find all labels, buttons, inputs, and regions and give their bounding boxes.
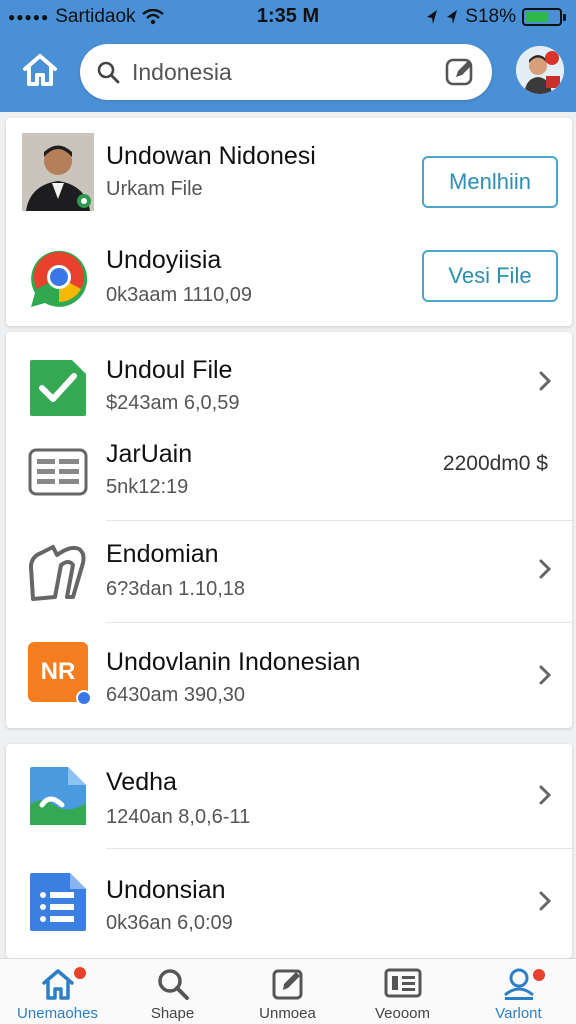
item-title: Undoyiisia [106,246,222,274]
tab-label: Varlont [495,1005,542,1022]
list-item[interactable]: Undowan Nidonesi Urkam File Menlhiin [6,118,572,222]
tab-edit-icon-wrap [230,967,345,1001]
tab-profile-icon-wrap [461,967,576,1001]
chevron-right-icon[interactable] [538,558,552,580]
item-subtitle: 6430am 390,30 [106,684,246,706]
list-item[interactable]: Undoul File $243am 6,0,59 [6,332,572,426]
tab-home[interactable]: Unemaohes [0,959,115,1024]
list-item[interactable]: NR Undovlanin Indonesian 6430am 390,30 [6,622,572,728]
tab-label: Unemaohes [17,1005,98,1022]
status-dot [76,690,92,706]
action-button[interactable]: Menlhiin [422,156,558,208]
chrome-chat-icon [22,242,94,314]
edit-icon [272,969,302,1000]
item-subtitle: 6?3dan 1.10,18 [106,578,246,600]
image-file-icon [22,760,94,832]
docs-icon [22,866,94,938]
home-button[interactable] [18,50,62,90]
badge-text: NR [40,658,76,685]
app-header: ●●●●● Sartidaok 1:35 M S18% Indonesia [0,0,576,112]
tab-edit[interactable]: Unmoea [230,959,345,1024]
tab-label: Unmoea [259,1005,316,1022]
item-subtitle: Urkam File [106,178,203,200]
item-title: JarUain [106,440,193,468]
search-bar[interactable]: Indonesia [80,44,492,100]
search-icon [157,969,189,1000]
compose-icon[interactable] [444,56,476,88]
list-item[interactable]: Undonsian 0k36an 6,0:09 [6,848,572,958]
profile-avatar[interactable] [516,46,564,94]
media-card: Vedha 1240an 8,0,6-11 Undonsian 0k36an 6… [6,744,572,958]
location-arrow-icon [427,10,438,24]
battery-icon [522,8,566,26]
contacts-card: Undowan Nidonesi Urkam File Menlhiin Und… [6,118,572,326]
green-check-icon [22,352,94,424]
outline-shape-icon [22,536,94,608]
notification-dot [533,969,545,981]
list-doc-icon [22,436,94,508]
person-photo-icon [22,133,94,211]
item-amount: 2200dm0 $ [442,452,548,475]
avatar-image [516,46,564,94]
item-subtitle: 0k3aam 1110,09 [106,284,253,306]
list-item[interactable]: Vedha 1240an 8,0,6-11 [6,744,572,848]
tab-label: Shape [150,1005,195,1022]
battery-percent: S18% [465,6,516,27]
item-title: Vedha [106,768,177,796]
item-subtitle: $243am 6,0,59 [106,392,240,414]
tab-profile[interactable]: Varlont [461,959,576,1024]
files-card: Undoul File $243am 6,0,59 JarUain 5nk12:… [6,332,572,728]
chevron-right-icon[interactable] [538,784,552,806]
item-subtitle: 0k36an 6,0:09 [106,912,233,934]
tab-search[interactable]: Shape [115,959,230,1024]
news-icon [384,968,421,998]
tab-search-icon-wrap [115,967,230,1001]
tab-news-icon-wrap [345,967,460,1001]
item-title: Undowan Nidonesi [106,142,316,170]
nr-badge-icon: NR [22,636,94,708]
item-title: Undoul File [106,356,233,384]
chevron-right-icon[interactable] [538,890,552,912]
location-arrow-icon-2 [447,10,458,24]
profile-icon [503,968,534,1000]
notification-dot [74,967,86,979]
list-item[interactable]: Endomian 6?3dan 1.10,18 [6,520,572,622]
action-button[interactable]: Vesi File [422,250,558,302]
home-icon [23,54,57,86]
item-title: Undovlanin Indonesian [106,648,361,676]
tab-news[interactable]: Veooom [345,959,460,1024]
list-item[interactable]: JarUain 5nk12:19 2200dm0 $ [6,426,572,520]
search-input[interactable]: Indonesia [132,59,232,86]
tab-label: Veooom [374,1005,431,1022]
status-right: S18% [425,6,566,28]
item-subtitle: 1240an 8,0,6-11 [106,806,251,828]
item-title: Endomian [106,540,219,568]
chevron-right-icon[interactable] [538,664,552,686]
home-icon [41,969,74,1000]
tab-bar: Unemaohes Shape Unmoea Veooom Varlont [0,958,576,1024]
tab-home-icon-wrap [0,967,115,1001]
search-icon [97,61,120,84]
chevron-right-icon[interactable] [538,370,552,392]
list-item[interactable]: Undoyiisia 0k3aam 1110,09 Vesi File [6,222,572,326]
item-subtitle: 5nk12:19 [106,476,189,498]
status-bar: ●●●●● Sartidaok 1:35 M S18% [0,0,576,32]
item-title: Undonsian [106,876,226,904]
